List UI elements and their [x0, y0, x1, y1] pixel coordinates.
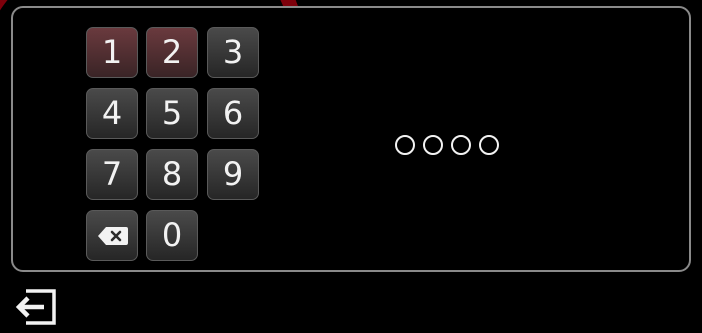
backspace-icon — [98, 227, 128, 245]
pin-dot — [395, 135, 415, 155]
key-8[interactable]: 8 — [146, 149, 198, 200]
key-9[interactable]: 9 — [207, 149, 259, 200]
exit-icon — [15, 289, 56, 325]
key-1[interactable]: 1 — [86, 27, 138, 78]
key-3[interactable]: 3 — [207, 27, 259, 78]
pin-dot — [451, 135, 471, 155]
key-6[interactable]: 6 — [207, 88, 259, 139]
key-4[interactable]: 4 — [86, 88, 138, 139]
pin-indicator — [395, 135, 499, 155]
exit-button[interactable] — [14, 288, 58, 326]
pin-dot — [479, 135, 499, 155]
backspace-key[interactable] — [86, 210, 138, 261]
key-7[interactable]: 7 — [86, 149, 138, 200]
pin-dot — [423, 135, 443, 155]
key-2[interactable]: 2 — [146, 27, 198, 78]
key-5[interactable]: 5 — [146, 88, 198, 139]
pin-entry-panel: 1 2 3 4 5 6 7 8 9 0 — [11, 6, 691, 272]
key-0[interactable]: 0 — [146, 210, 198, 261]
